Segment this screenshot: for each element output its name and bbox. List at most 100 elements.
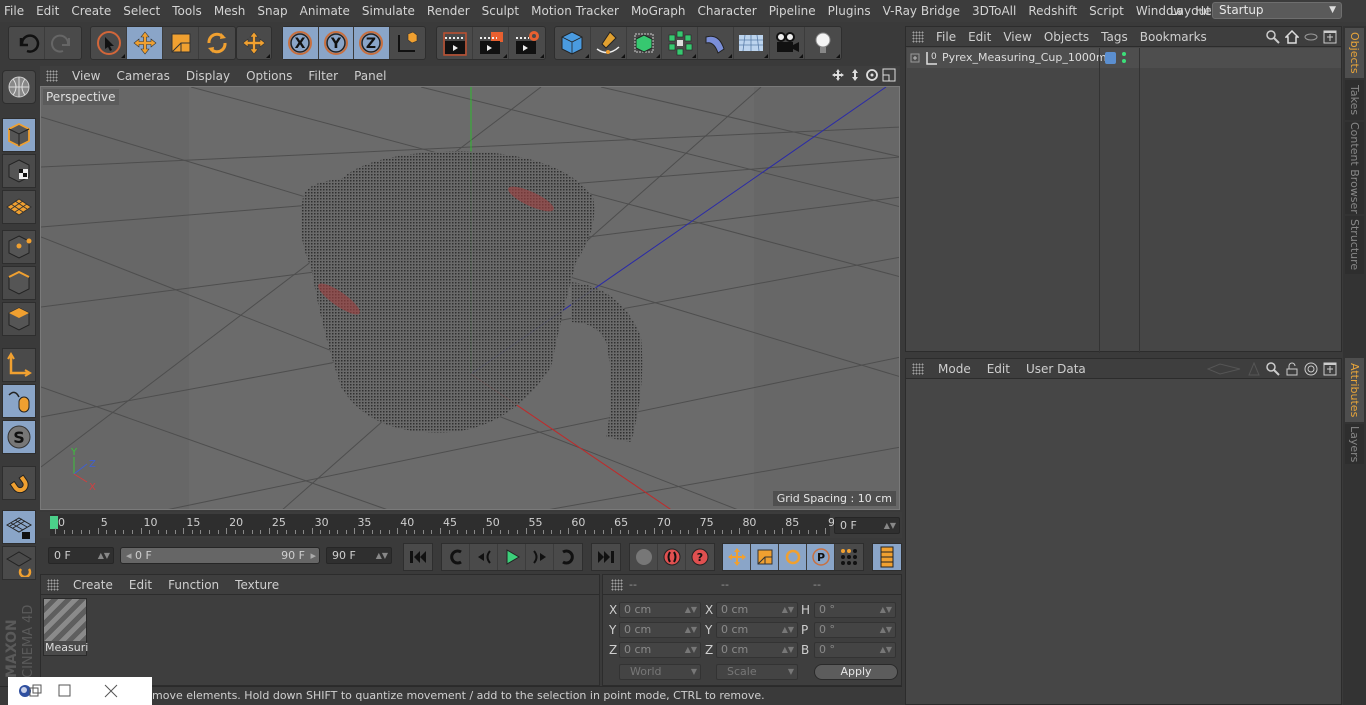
axis-mode-button[interactable] — [2, 348, 36, 382]
coord-value-field[interactable]: 0 cm ▲▼ — [716, 642, 798, 658]
key-rotation-button[interactable] — [779, 544, 807, 570]
object-name[interactable]: Pyrex_Measuring_Cup_1000ml — [942, 51, 1110, 64]
menu-create[interactable]: Create — [65, 4, 117, 18]
key-position-button[interactable] — [723, 544, 751, 570]
search-icon[interactable] — [1266, 30, 1280, 44]
object-menu-tags[interactable]: Tags — [1095, 30, 1134, 44]
new-window-icon[interactable] — [1323, 362, 1337, 376]
y-axis-button[interactable]: Y — [318, 27, 354, 59]
viewport-zoom-icon[interactable] — [848, 68, 862, 82]
object-menu-view[interactable]: View — [997, 30, 1037, 44]
tab-layers[interactable]: Layers — [1345, 424, 1364, 464]
key-scale-button[interactable] — [751, 544, 779, 570]
model-mode-button[interactable] — [2, 118, 36, 152]
target-icon[interactable] — [1304, 362, 1318, 376]
viewport-menu-cameras[interactable]: Cameras — [108, 69, 177, 83]
object-menu-objects[interactable]: Objects — [1038, 30, 1095, 44]
menu-render[interactable]: Render — [421, 4, 476, 18]
material-menu-texture[interactable]: Texture — [227, 578, 287, 592]
coordinate-system-button[interactable] — [390, 27, 425, 59]
material-menu-create[interactable]: Create — [65, 578, 121, 592]
edges-mode-button[interactable] — [2, 266, 36, 300]
current-frame-field[interactable]: 0 F ▲▼ — [834, 517, 900, 534]
menu-simulate[interactable]: Simulate — [356, 4, 421, 18]
z-axis-button[interactable]: Z — [354, 27, 390, 59]
new-window-icon[interactable] — [1323, 30, 1337, 44]
cube-button[interactable] — [555, 27, 591, 59]
x-axis-button[interactable]: X — [283, 27, 319, 59]
menu-snap[interactable]: Snap — [251, 4, 293, 18]
panel-grip-icon[interactable] — [47, 578, 59, 591]
range-right-arrow-icon[interactable]: ▸ — [310, 548, 316, 563]
render-view-button[interactable] — [437, 27, 473, 59]
floor-button[interactable] — [734, 27, 770, 59]
polygons-mode-button[interactable] — [2, 302, 36, 336]
move-tool-button[interactable] — [127, 27, 163, 59]
key-pla-button[interactable] — [835, 544, 863, 570]
make-editable-button[interactable] — [2, 70, 36, 104]
coordinate-mode-select[interactable]: World ▼ — [619, 664, 701, 680]
attr-menu-mode[interactable]: Mode — [930, 362, 979, 376]
cloner-button[interactable] — [662, 27, 698, 59]
tweak-mode-button[interactable] — [2, 384, 36, 418]
object-menu-file[interactable]: File — [930, 30, 962, 44]
viewport-maximize-icon[interactable] — [882, 68, 896, 82]
panel-grip-icon[interactable] — [912, 30, 924, 43]
viewport-menu-filter[interactable]: Filter — [300, 69, 346, 83]
viewport-menu-panel[interactable]: Panel — [346, 69, 394, 83]
search-icon[interactable] — [1266, 362, 1280, 376]
tab-objects[interactable]: Objects — [1345, 28, 1364, 78]
record-keys-button[interactable] — [630, 544, 658, 570]
autokey-button[interactable] — [658, 544, 686, 570]
viewport-menu-options[interactable]: Options — [238, 69, 300, 83]
play-button[interactable] — [498, 544, 526, 570]
previous-frame-button[interactable] — [470, 544, 498, 570]
transform-tool-button[interactable] — [237, 27, 271, 59]
workplane-align-button[interactable] — [2, 546, 36, 580]
object-row[interactable]: 0 Pyrex_Measuring_Cup_1000ml — [907, 48, 1341, 353]
menu-character[interactable]: Character — [691, 4, 762, 18]
goto-start-button[interactable] — [404, 544, 432, 570]
menu-mograph[interactable]: MoGraph — [625, 4, 692, 18]
tab-structure[interactable]: Structure — [1345, 216, 1364, 274]
coord-value-field[interactable]: 0 cm ▲▼ — [619, 642, 701, 658]
menu-file[interactable]: File — [0, 4, 30, 18]
viewport-pan-icon[interactable] — [831, 68, 845, 82]
close-icon[interactable] — [104, 684, 118, 698]
frame-range-slider[interactable]: ◂ 0 F 90 F ▸ — [120, 547, 320, 564]
timeline-window-button[interactable] — [873, 544, 901, 570]
visibility-icon[interactable] — [1304, 30, 1318, 44]
next-frame-button[interactable] — [526, 544, 554, 570]
next-key-button[interactable] — [554, 544, 582, 570]
panel-grip-icon[interactable] — [912, 362, 924, 375]
tab-content-browser[interactable]: Content Browser — [1345, 122, 1364, 214]
tab-attributes[interactable]: Attributes — [1345, 358, 1364, 422]
coord-value-field[interactable]: 0 cm ▲▼ — [619, 602, 701, 618]
menu-motion-tracker[interactable]: Motion Tracker — [525, 4, 625, 18]
camera-label[interactable]: Perspective — [43, 89, 119, 105]
material-menu-edit[interactable]: Edit — [121, 578, 160, 592]
size-mode-select[interactable]: Scale ▼ — [716, 664, 798, 680]
object-menu-edit[interactable]: Edit — [962, 30, 997, 44]
coord-value-field[interactable]: 0 ° ▲▼ — [814, 622, 896, 638]
end-frame-field[interactable]: 90 F ▲▼ — [326, 547, 392, 564]
menu-sculpt[interactable]: Sculpt — [476, 4, 525, 18]
viewport-menu-view[interactable]: View — [64, 69, 108, 83]
lock-icon[interactable] — [1285, 362, 1299, 376]
rotate-tool-button[interactable] — [199, 27, 235, 59]
subdivision-surface-button[interactable] — [627, 27, 663, 59]
tab-takes[interactable]: Takes — [1345, 80, 1364, 120]
menu-3dtoall[interactable]: 3DToAll — [966, 4, 1022, 18]
expand-icon[interactable] — [910, 52, 922, 64]
menu-mesh[interactable]: Mesh — [208, 4, 252, 18]
select-tool-button[interactable] — [91, 27, 127, 59]
light-button[interactable] — [805, 27, 841, 59]
snapping-button[interactable]: S — [2, 420, 36, 454]
back-forward-icon[interactable] — [1206, 362, 1242, 376]
material-swatch[interactable]: Measuri — [43, 598, 88, 656]
key-parameter-button[interactable]: P — [807, 544, 835, 570]
menu-animate[interactable]: Animate — [294, 4, 356, 18]
menu-redshift[interactable]: Redshift — [1022, 4, 1083, 18]
3d-viewport[interactable]: Y Z X Perspective Grid Spacing : 10 cm — [40, 86, 900, 510]
editor-visibility-dot[interactable] — [1122, 52, 1126, 56]
